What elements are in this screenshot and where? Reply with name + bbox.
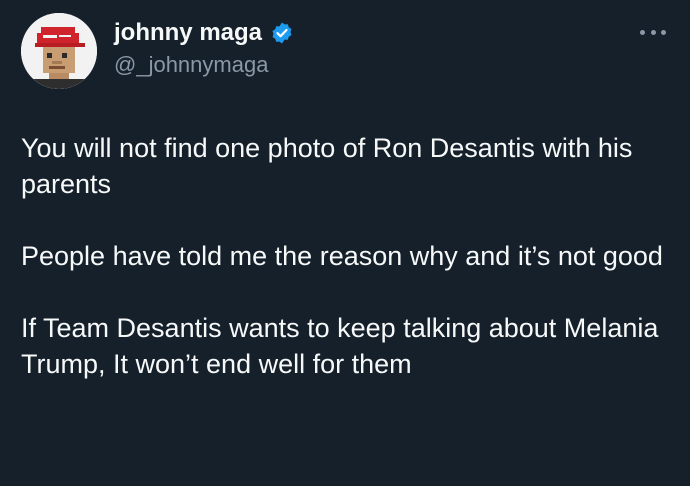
tweet-card: johnny maga @_johnnymaga You will not fi…	[0, 0, 690, 486]
name-row: johnny maga	[114, 18, 294, 48]
author-identity: johnny maga @_johnnymaga	[114, 18, 294, 80]
display-name[interactable]: johnny maga	[114, 18, 262, 48]
more-dot	[650, 29, 656, 35]
tweet-paragraph: If Team Desantis wants to keep talking a…	[21, 313, 659, 379]
author-handle[interactable]: @_johnnymaga	[114, 50, 294, 80]
tweet-paragraph: You will not find one photo of Ron Desan…	[21, 133, 633, 199]
tweet-text: You will not find one photo of Ron Desan…	[21, 130, 676, 382]
more-dot	[640, 29, 645, 35]
more-options-icon[interactable]	[640, 26, 666, 38]
tweet-paragraph: People have told me the reason why and i…	[21, 241, 663, 271]
pixel-avatar-red-cap-icon	[21, 13, 97, 89]
tweet-header: johnny maga @_johnnymaga	[18, 12, 672, 92]
more-dot	[661, 29, 666, 35]
verified-badge-icon[interactable]	[270, 21, 294, 45]
avatar[interactable]	[21, 13, 97, 89]
